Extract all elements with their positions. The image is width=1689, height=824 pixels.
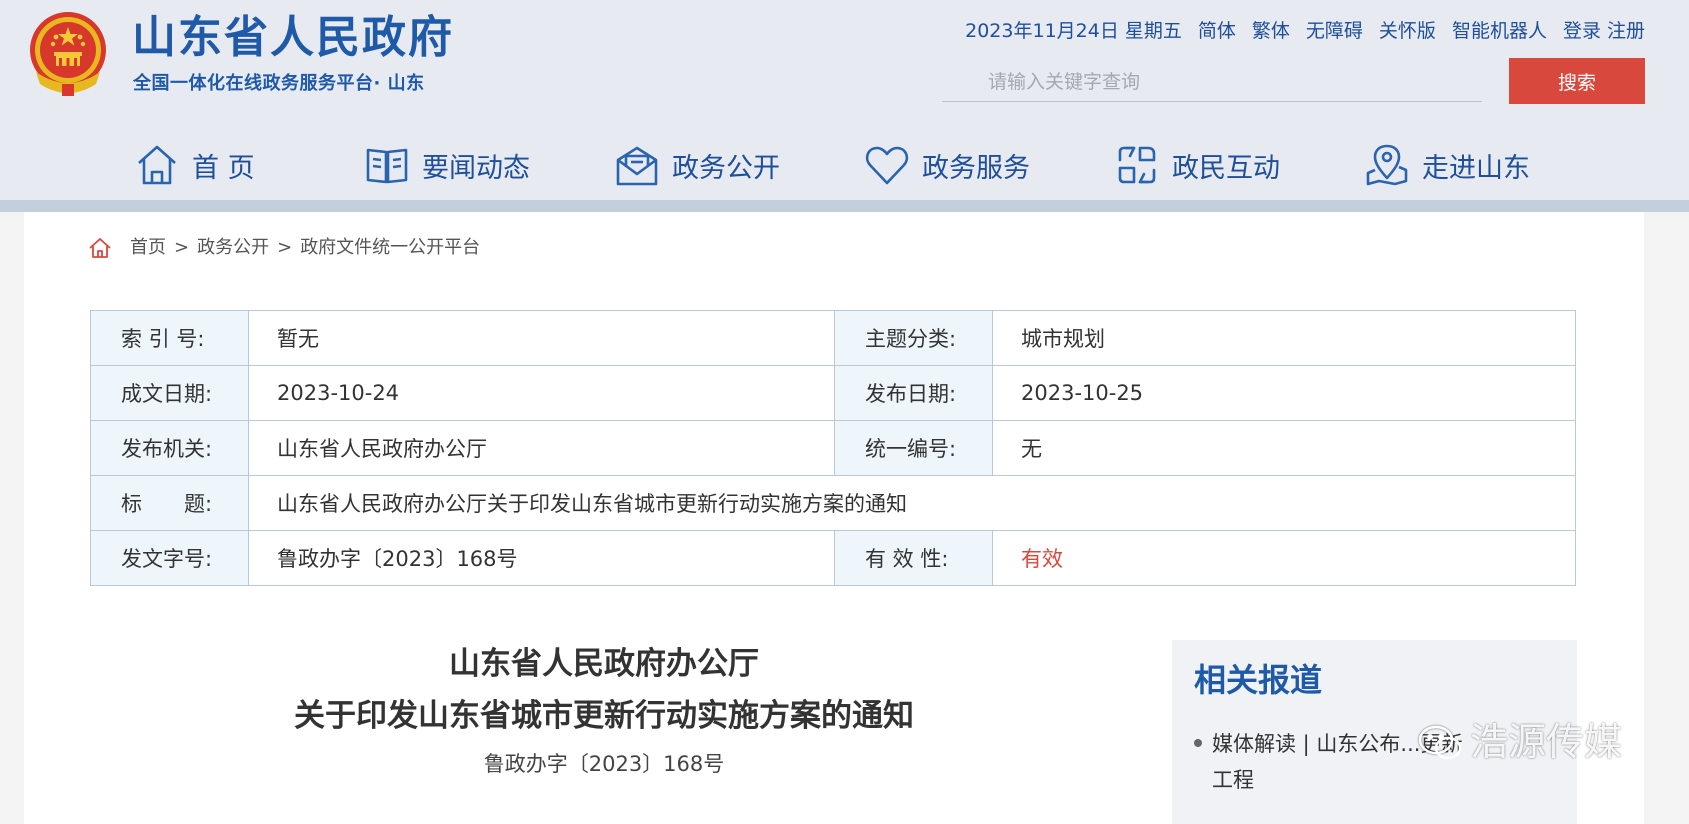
book-icon (366, 148, 408, 184)
table-row: 标 题: 山东省人民政府办公厅关于印发山东省城市更新行动实施方案的通知 (90, 475, 1576, 531)
related-report-line2: 工程 (1212, 768, 1254, 792)
table-row: 索 引 号: 暂无 主题分类: 城市规划 (90, 310, 1576, 366)
main-content: 首页 > 政务公开 > 政府文件统一公开平台 索 引 号: 暂无 主题分类: 城… (24, 212, 1644, 824)
nav-home-label: 首 页 (192, 152, 255, 184)
related-reports-heading: 相关报道 (1194, 661, 1323, 699)
breadcrumb-home[interactable]: 首页 (130, 236, 166, 260)
bullet-icon (1194, 739, 1202, 747)
nav-news-label: 要闻动态 (422, 152, 530, 184)
link-accessibility[interactable]: 无障碍 (1306, 18, 1363, 44)
home-icon (138, 145, 176, 185)
nav-interaction[interactable]: 政民互动 (1114, 136, 1280, 194)
index-no-value: 暂无 (248, 310, 835, 366)
search-button[interactable]: 搜索 (1509, 58, 1645, 104)
nav-interaction-label: 政民互动 (1172, 152, 1280, 184)
breadcrumb-public-affairs[interactable]: 政务公开 (197, 236, 269, 260)
header-divider (0, 200, 1689, 212)
nav-services[interactable]: 政务服务 (864, 136, 1030, 194)
nav-public-affairs[interactable]: 政务公开 (614, 136, 780, 194)
nav-about-shandong-label: 走进山东 (1422, 152, 1530, 184)
watermark-text: 浩源传媒 (1470, 720, 1623, 764)
written-date-value: 2023-10-24 (248, 365, 835, 421)
site-header: 山东省人民政府 全国一体化在线政务服务平台· 山东 2023年11月24日 星期… (0, 0, 1689, 200)
document-title-line2: 关于印发山东省城市更新行动实施方案的通知 (294, 698, 914, 734)
index-no-label: 索 引 号: (90, 310, 249, 366)
breadcrumb-separator: > (174, 237, 190, 258)
breadcrumb: 首页 > 政务公开 > 政府文件统一公开平台 (88, 236, 480, 260)
nav-services-label: 政务服务 (922, 152, 1030, 184)
published-date-value: 2023-10-25 (992, 365, 1576, 421)
nav-home[interactable]: 首 页 (134, 136, 255, 194)
unified-code-label: 统一编号: (834, 420, 993, 476)
nav-about-shandong[interactable]: 走进山东 (1364, 136, 1530, 194)
current-date: 2023年11月24日 星期五 (965, 20, 1182, 42)
table-row: 发布机关: 山东省人民政府办公厅 统一编号: 无 (90, 420, 1576, 476)
media-watermark: 浩源传媒 (1416, 718, 1622, 766)
written-date-label: 成文日期: (90, 365, 249, 421)
main-nav: 首 页 要闻动态 政务公开 政务服务 政民互动 走进山东 (0, 136, 1689, 194)
search-input[interactable] (942, 62, 1482, 102)
doc-number-label: 发文字号: (90, 530, 249, 586)
link-login-register[interactable]: 登录 注册 (1563, 18, 1645, 44)
breadcrumb-separator: > (277, 237, 293, 258)
site-title: 山东省人民政府 (132, 12, 454, 63)
topic-label: 主题分类: (834, 310, 993, 366)
published-date-label: 发布日期: (834, 365, 993, 421)
document-title-line1: 山东省人民政府办公厅 (449, 646, 759, 682)
national-emblem-icon (30, 12, 106, 96)
document-metadata-table: 索 引 号: 暂无 主题分类: 城市规划 成文日期: 2023-10-24 发布… (90, 310, 1576, 586)
link-traditional[interactable]: 繁体 (1252, 18, 1290, 44)
nav-public-affairs-label: 政务公开 (672, 152, 780, 184)
validity-label: 有 效 性: (834, 530, 993, 586)
validity-value: 有效 (992, 530, 1576, 586)
issuer-value: 山东省人民政府办公厅 (248, 420, 835, 476)
exchange-icon (1118, 146, 1156, 184)
topic-value: 城市规划 (992, 310, 1576, 366)
title-value: 山东省人民政府办公厅关于印发山东省城市更新行动实施方案的通知 (248, 475, 1576, 531)
link-robot[interactable]: 智能机器人 (1452, 18, 1547, 44)
heart-icon (865, 146, 909, 185)
nav-news[interactable]: 要闻动态 (364, 136, 530, 194)
link-simplified[interactable]: 简体 (1198, 18, 1236, 44)
top-links: 2023年11月24日 星期五 简体 繁体 无障碍 关怀版 智能机器人 登录 注… (965, 18, 1645, 44)
mail-icon (616, 146, 658, 186)
issuer-label: 发布机关: (90, 420, 249, 476)
location-icon (1366, 144, 1408, 186)
table-row: 发文字号: 鲁政办字〔2023〕168号 有 效 性: 有效 (90, 530, 1576, 586)
wechat-icon (1418, 725, 1462, 760)
site-subtitle: 全国一体化在线政务服务平台· 山东 (133, 73, 425, 94)
table-row: 成文日期: 2023-10-24 发布日期: 2023-10-25 (90, 365, 1576, 421)
breadcrumb-current[interactable]: 政府文件统一公开平台 (300, 236, 480, 260)
unified-code-value: 无 (992, 420, 1576, 476)
doc-number-value: 鲁政办字〔2023〕168号 (248, 530, 835, 586)
title-label: 标 题: (90, 475, 249, 531)
link-care-mode[interactable]: 关怀版 (1379, 18, 1436, 44)
document-number: 鲁政办字〔2023〕168号 (483, 752, 725, 776)
home-icon[interactable] (88, 236, 112, 260)
